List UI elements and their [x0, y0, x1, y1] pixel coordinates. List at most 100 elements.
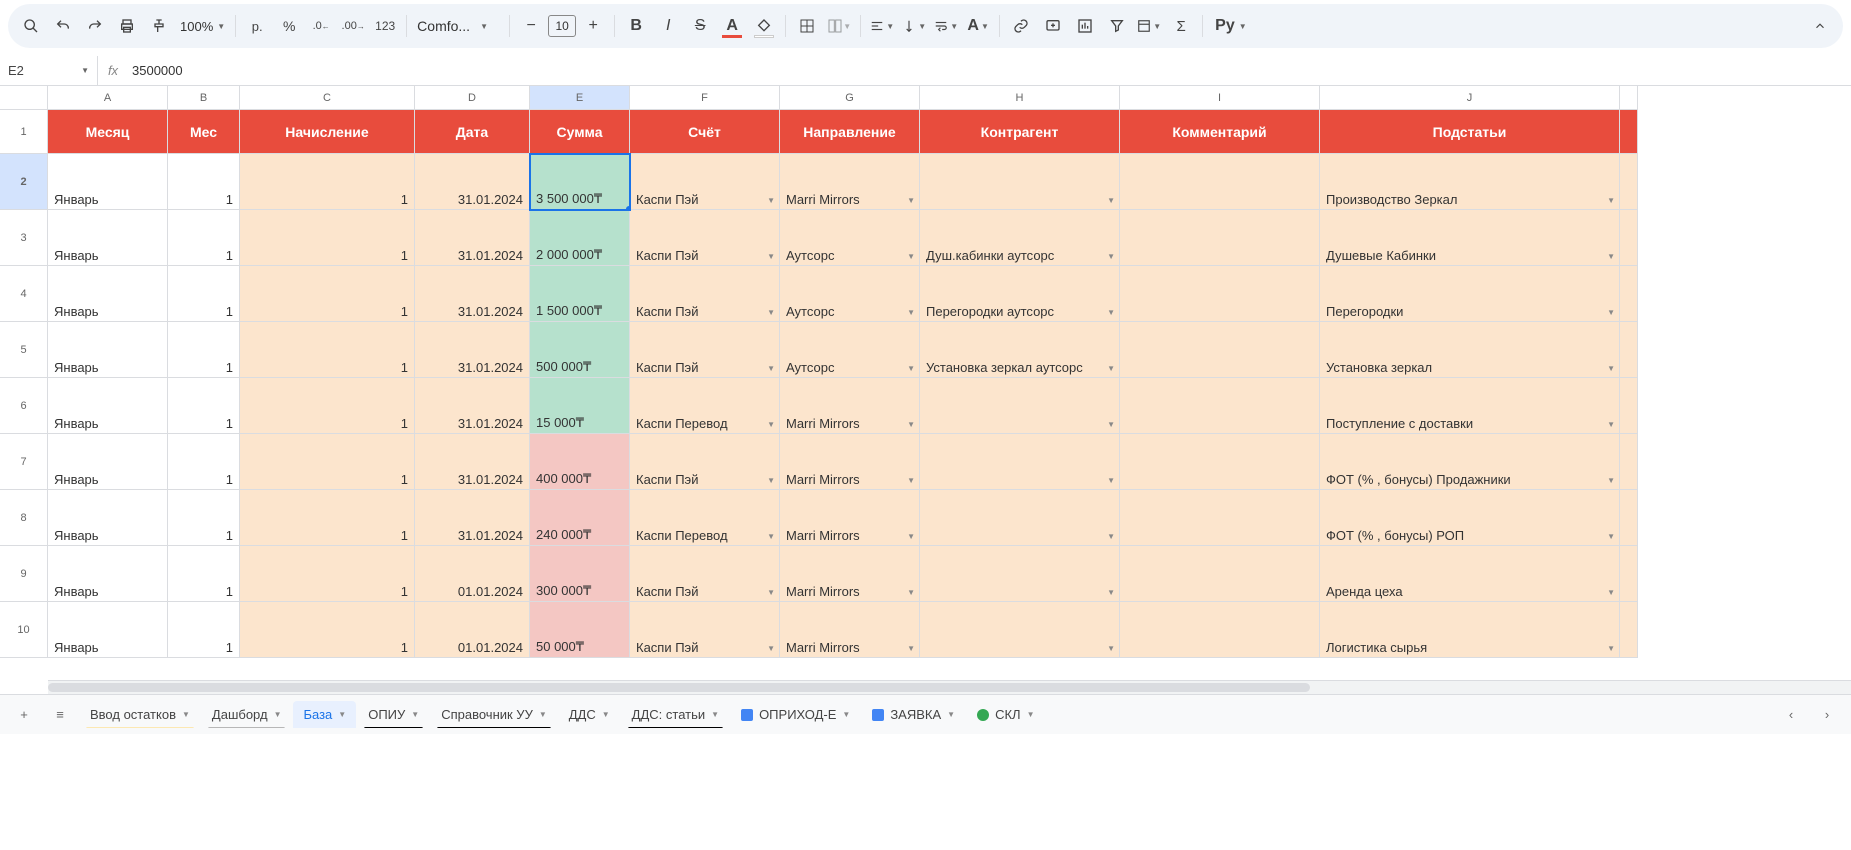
cell-dropdown-icon[interactable]: ▼ — [1607, 532, 1615, 541]
cell[interactable]: Аутсорс▼ — [780, 210, 920, 266]
row-header[interactable]: 7 — [0, 434, 48, 490]
percent-button[interactable]: % — [274, 11, 304, 41]
sheet-tab[interactable]: ОПИУ▼ — [358, 701, 429, 728]
python-button[interactable]: Py▼ — [1209, 11, 1253, 41]
cell[interactable]: 1 — [168, 490, 240, 546]
cell-dropdown-icon[interactable]: ▼ — [1107, 476, 1115, 485]
cell[interactable]: 1 — [168, 434, 240, 490]
cell-dropdown-icon[interactable]: ▼ — [767, 476, 775, 485]
add-sheet-button[interactable]: + — [8, 699, 40, 731]
select-all-corner[interactable] — [0, 86, 48, 110]
sheet-tab[interactable]: ДДС▼ — [559, 701, 620, 728]
cell[interactable]: ▼ — [920, 602, 1120, 658]
cell[interactable]: 500 000₸ — [530, 322, 630, 378]
cell[interactable]: 2 000 000₸ — [530, 210, 630, 266]
sheet-tab[interactable]: СКЛ▼ — [967, 701, 1044, 728]
column-header[interactable]: B — [168, 86, 240, 110]
cell-dropdown-icon[interactable]: ▼ — [767, 196, 775, 205]
row-header[interactable]: 1 — [0, 110, 48, 154]
cell[interactable]: Каспи Пэй▼ — [630, 266, 780, 322]
cell[interactable]: Каспи Перевод▼ — [630, 378, 780, 434]
cell-dropdown-icon[interactable]: ▼ — [767, 532, 775, 541]
sheet-tab[interactable]: Справочник УУ▼ — [431, 701, 557, 728]
cell[interactable]: 1 500 000₸ — [530, 266, 630, 322]
cell[interactable]: Перегородки▼ — [1320, 266, 1620, 322]
cell[interactable]: Каспи Пэй▼ — [630, 434, 780, 490]
sheet-tab[interactable]: База▼ — [293, 701, 356, 728]
number-format-button[interactable]: 123 — [370, 11, 400, 41]
sheet-tab[interactable]: ЗАЯВКА▼ — [862, 701, 965, 728]
sheet-tab[interactable]: ОПРИХОД-Е▼ — [731, 701, 860, 728]
cell[interactable]: 1 — [240, 490, 415, 546]
decrease-font-button[interactable]: − — [516, 11, 546, 41]
cell[interactable]: ▼ — [920, 154, 1120, 210]
column-header[interactable]: A — [48, 86, 168, 110]
spreadsheet-grid[interactable]: ABCDEFGHIJ1МесяцМесНачислениеДатаСуммаСч… — [0, 86, 1851, 680]
cell[interactable]: Каспи Пэй▼ — [630, 210, 780, 266]
cell[interactable]: Каспи Пэй▼ — [630, 322, 780, 378]
cell-dropdown-icon[interactable]: ▼ — [907, 196, 915, 205]
cell[interactable]: Логистика сырья▼ — [1320, 602, 1620, 658]
cell[interactable]: Marri Mirrors▼ — [780, 546, 920, 602]
bold-button[interactable]: B — [621, 11, 651, 41]
cell-dropdown-icon[interactable]: ▼ — [907, 420, 915, 429]
cell-dropdown-icon[interactable]: ▼ — [1107, 644, 1115, 653]
cell[interactable]: 400 000₸ — [530, 434, 630, 490]
cell[interactable]: Январь — [48, 210, 168, 266]
cell-dropdown-icon[interactable]: ▼ — [1607, 588, 1615, 597]
cell-dropdown-icon[interactable]: ▼ — [1607, 644, 1615, 653]
zoom-dropdown[interactable]: 100%▼ — [176, 19, 229, 34]
cell-dropdown-icon[interactable]: ▼ — [767, 364, 775, 373]
sheet-tab[interactable]: Ввод остатков▼ — [80, 701, 200, 728]
cell[interactable]: Январь — [48, 378, 168, 434]
collapse-toolbar-button[interactable] — [1805, 11, 1835, 41]
cell[interactable]: 15 000₸ — [530, 378, 630, 434]
cell[interactable]: 31.01.2024 — [415, 378, 530, 434]
increase-font-button[interactable]: + — [578, 11, 608, 41]
cell[interactable]: ▼ — [920, 378, 1120, 434]
cell[interactable]: 31.01.2024 — [415, 266, 530, 322]
column-header[interactable]: E — [530, 86, 630, 110]
currency-button[interactable]: р. — [242, 11, 272, 41]
cell-dropdown-icon[interactable]: ▼ — [767, 588, 775, 597]
cell-dropdown-icon[interactable]: ▼ — [1607, 196, 1615, 205]
increase-decimal-button[interactable]: .00→ — [338, 11, 368, 41]
halign-button[interactable]: ▼ — [867, 11, 897, 41]
cell-dropdown-icon[interactable]: ▼ — [1107, 364, 1115, 373]
column-header[interactable]: I — [1120, 86, 1320, 110]
sheet-tab[interactable]: ДДС: статьи▼ — [622, 701, 729, 728]
cell[interactable]: Аренда цеха▼ — [1320, 546, 1620, 602]
cell[interactable]: Marri Mirrors▼ — [780, 154, 920, 210]
cell[interactable]: 1 — [168, 266, 240, 322]
cell[interactable]: 3 500 000₸ — [530, 154, 630, 210]
cell[interactable]: 240 000₸ — [530, 490, 630, 546]
sheet-tab[interactable]: Дашборд▼ — [202, 701, 292, 728]
cell-dropdown-icon[interactable]: ▼ — [1107, 588, 1115, 597]
cell[interactable]: 1 — [240, 266, 415, 322]
cell-dropdown-icon[interactable]: ▼ — [907, 364, 915, 373]
cell[interactable]: Marri Mirrors▼ — [780, 434, 920, 490]
cell[interactable]: 1 — [168, 210, 240, 266]
cell-dropdown-icon[interactable]: ▼ — [1107, 420, 1115, 429]
column-header[interactable]: J — [1320, 86, 1620, 110]
column-header[interactable]: D — [415, 86, 530, 110]
italic-button[interactable]: I — [653, 11, 683, 41]
font-size-input[interactable]: 10 — [548, 15, 576, 37]
cell[interactable]: ▼ — [920, 490, 1120, 546]
cell[interactable]: Январь — [48, 490, 168, 546]
cell-dropdown-icon[interactable]: ▼ — [1107, 308, 1115, 317]
text-color-button[interactable]: A — [717, 11, 747, 41]
functions-button[interactable]: Σ — [1166, 11, 1196, 41]
print-button[interactable] — [112, 11, 142, 41]
cell[interactable]: 01.01.2024 — [415, 546, 530, 602]
cell[interactable]: Аутсорс▼ — [780, 266, 920, 322]
cell[interactable]: 31.01.2024 — [415, 322, 530, 378]
cell[interactable]: Январь — [48, 434, 168, 490]
cell[interactable]: 31.01.2024 — [415, 434, 530, 490]
cell-dropdown-icon[interactable]: ▼ — [767, 308, 775, 317]
cell[interactable]: Каспи Пэй▼ — [630, 154, 780, 210]
cell[interactable]: 1 — [240, 154, 415, 210]
cell[interactable]: 1 — [168, 322, 240, 378]
merge-button[interactable]: ▼ — [824, 11, 854, 41]
cell[interactable] — [1120, 490, 1320, 546]
